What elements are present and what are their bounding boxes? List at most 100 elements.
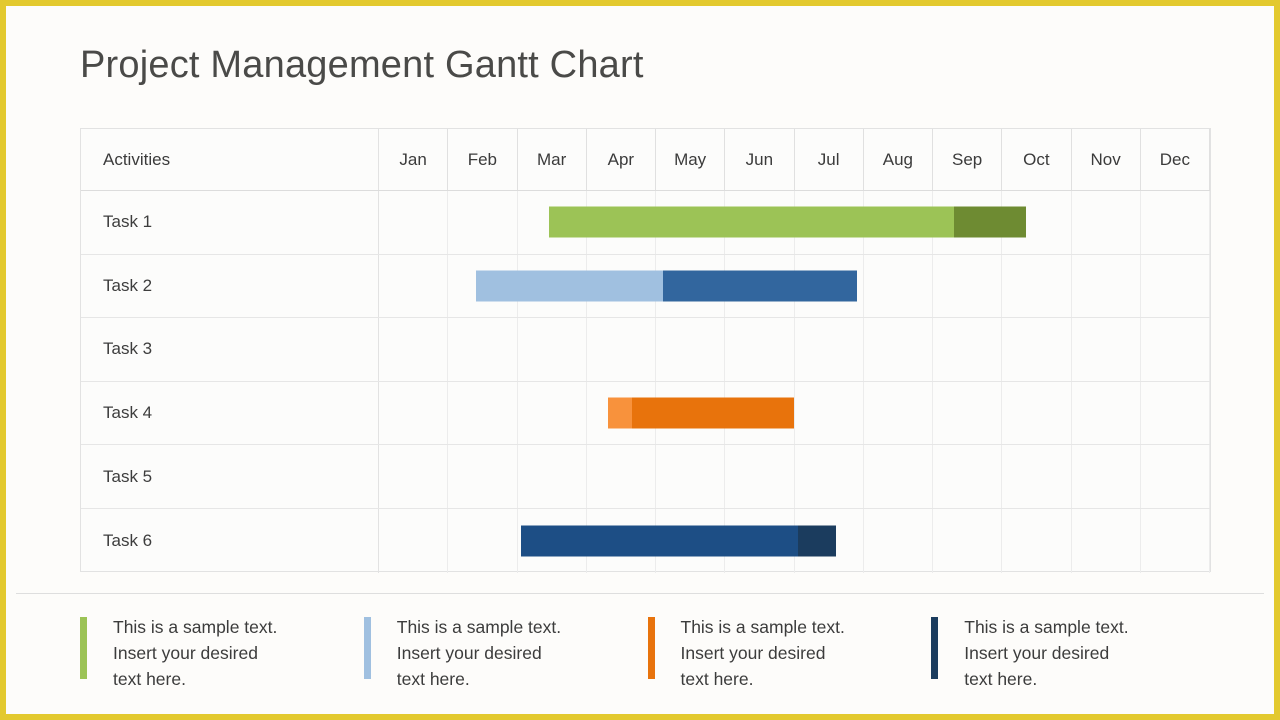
timeline-cell xyxy=(587,381,656,445)
timeline-cell xyxy=(379,191,449,254)
timeline-cell xyxy=(656,508,726,573)
timeline-cell xyxy=(379,254,449,318)
timeline-cell xyxy=(1141,254,1210,318)
month-header-cells: Jan Feb Mar Apr May Jun Jul Aug Sep Oct Nov Dec xyxy=(379,129,1210,190)
timeline-cells xyxy=(379,445,1210,508)
timeline-cell xyxy=(864,445,933,508)
month-header-jan: Jan xyxy=(379,129,449,190)
legend-item: This is a sample text. Insert your desir… xyxy=(80,614,364,692)
timeline-cell xyxy=(1002,445,1072,508)
timeline-cell xyxy=(795,254,864,318)
timeline-cell xyxy=(1072,318,1141,381)
timeline-cell xyxy=(379,508,449,573)
timeline-cell xyxy=(587,254,656,318)
timeline-cell xyxy=(1002,381,1072,445)
timeline-cell xyxy=(587,318,656,381)
slide-canvas: Project Management Gantt Chart Activitie… xyxy=(0,0,1280,720)
timeline-cell xyxy=(1141,191,1210,254)
timeline-cell xyxy=(1141,381,1210,445)
timeline-cells xyxy=(379,508,1210,573)
legend-color-marker xyxy=(931,617,939,679)
legend-color-marker xyxy=(647,617,655,679)
timeline-cell xyxy=(1002,254,1072,318)
task-label-1: Task 1 xyxy=(81,191,379,254)
page-title: Project Management Gantt Chart xyxy=(80,44,644,86)
timeline-cell xyxy=(656,191,726,254)
timeline-cell xyxy=(448,318,518,381)
timeline-cell xyxy=(864,508,933,573)
legend-text: This is a sample text. Insert your desir… xyxy=(113,617,278,689)
month-header-jul: Jul xyxy=(795,129,864,190)
timeline-cell xyxy=(379,318,449,381)
timeline-cell xyxy=(656,445,726,508)
task-rows-container: Task 1 Task 2 Task 3 Task 4 Task 5 Task 6 xyxy=(81,191,1210,573)
timeline-cell xyxy=(587,191,656,254)
gantt-table: Activities Jan Feb Mar Apr May Jun Jul Aug Sep Oc… xyxy=(80,128,1211,573)
timeline-cell xyxy=(1002,318,1072,381)
table-row: Task 6 xyxy=(81,508,1210,573)
timeline-cell xyxy=(518,318,587,381)
month-header-may: May xyxy=(656,129,726,190)
timeline-cell xyxy=(864,191,933,254)
timeline-cell xyxy=(725,318,795,381)
legend-item: This is a sample text. Insert your desir… xyxy=(931,614,1215,692)
timeline-cell xyxy=(518,381,587,445)
timeline-cell xyxy=(864,381,933,445)
table-row: Task 2 xyxy=(81,254,1210,319)
table-row: Task 1 xyxy=(81,191,1210,255)
timeline-cell xyxy=(656,381,726,445)
timeline-cell xyxy=(1141,318,1210,381)
timeline-cell xyxy=(795,445,864,508)
timeline-cell xyxy=(795,381,864,445)
timeline-cell xyxy=(933,381,1003,445)
legend-text: This is a sample text. Insert your desir… xyxy=(680,617,845,689)
timeline-cell xyxy=(656,318,726,381)
timeline-cell xyxy=(1072,254,1141,318)
timeline-cell xyxy=(1072,508,1141,573)
timeline-cell xyxy=(725,445,795,508)
timeline-cell xyxy=(448,381,518,445)
timeline-cell xyxy=(587,508,656,573)
timeline-cell xyxy=(656,254,726,318)
month-header-sep: Sep xyxy=(933,129,1003,190)
timeline-cell xyxy=(587,445,656,508)
timeline-cell xyxy=(518,254,587,318)
timeline-cell xyxy=(725,508,795,573)
month-header-nov: Nov xyxy=(1072,129,1141,190)
timeline-cell xyxy=(725,254,795,318)
task-label-5: Task 5 xyxy=(81,445,379,508)
timeline-cell xyxy=(518,191,587,254)
task-label-2: Task 2 xyxy=(81,254,379,318)
legend-item: This is a sample text. Insert your desir… xyxy=(647,614,932,692)
month-header-aug: Aug xyxy=(864,129,933,190)
timeline-cell xyxy=(1141,508,1210,573)
task-label-3: Task 3 xyxy=(81,318,379,381)
month-header-apr: Apr xyxy=(587,129,656,190)
timeline-cell xyxy=(864,318,933,381)
month-header-feb: Feb xyxy=(448,129,518,190)
timeline-cell xyxy=(448,508,518,573)
column-header-activities: Activities xyxy=(81,129,379,190)
footer-divider xyxy=(16,593,1264,594)
timeline-cell xyxy=(518,445,587,508)
month-header-dec: Dec xyxy=(1141,129,1210,190)
table-header-row: Activities Jan Feb Mar Apr May Jun Jul Aug Sep Oc… xyxy=(81,129,1210,191)
timeline-cell xyxy=(725,191,795,254)
timeline-cells xyxy=(379,254,1210,318)
table-row: Task 4 xyxy=(81,381,1210,446)
task-label-4: Task 4 xyxy=(81,381,379,445)
timeline-cell xyxy=(933,508,1003,573)
month-header-mar: Mar xyxy=(518,129,587,190)
timeline-cells xyxy=(379,381,1210,445)
timeline-cell xyxy=(448,445,518,508)
timeline-cell xyxy=(795,508,864,573)
timeline-cell xyxy=(933,318,1003,381)
timeline-cell xyxy=(725,381,795,445)
table-row: Task 5 xyxy=(81,445,1210,509)
legend-color-marker xyxy=(80,617,87,679)
timeline-cell xyxy=(448,254,518,318)
timeline-cell xyxy=(933,191,1003,254)
timeline-cell xyxy=(933,445,1003,508)
timeline-cell xyxy=(1002,508,1072,573)
legend-text: This is a sample text. Insert your desir… xyxy=(396,617,562,689)
